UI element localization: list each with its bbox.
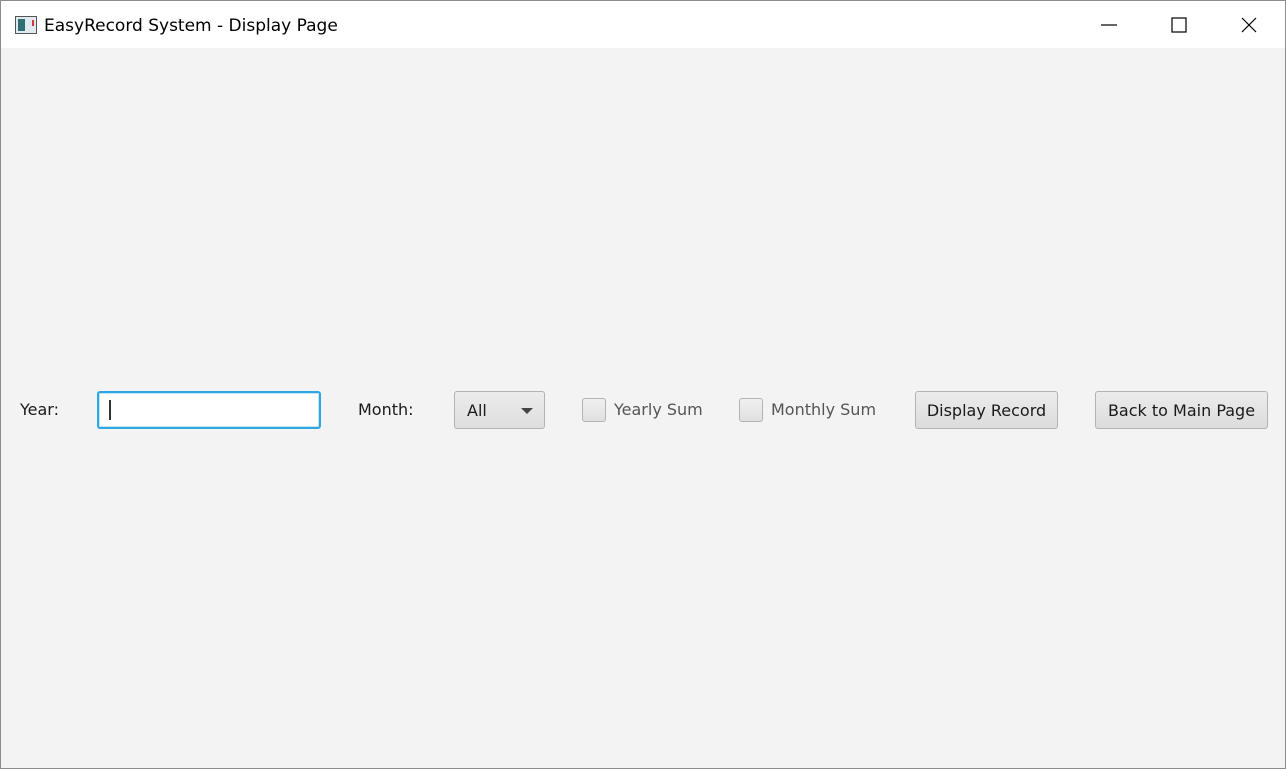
app-icon	[15, 16, 37, 34]
month-label: Month:	[358, 400, 414, 419]
chevron-down-icon	[521, 408, 533, 414]
app-window: EasyRecord System - Display Page Year: M…	[0, 0, 1286, 769]
close-icon	[1241, 17, 1257, 32]
minimize-icon	[1101, 23, 1117, 26]
title-bar[interactable]: EasyRecord System - Display Page	[1, 1, 1285, 48]
yearly-sum-checkbox[interactable]	[582, 398, 606, 422]
maximize-icon	[1171, 16, 1187, 33]
monthly-sum-checkbox[interactable]	[739, 398, 763, 422]
text-caret	[109, 400, 111, 420]
year-label: Year:	[20, 400, 59, 419]
app-icon-bar	[32, 20, 34, 26]
year-input[interactable]	[97, 391, 321, 429]
window-title: EasyRecord System - Display Page	[44, 16, 338, 36]
monthly-sum-label[interactable]: Monthly Sum	[771, 400, 876, 420]
back-to-main-page-button[interactable]: Back to Main Page	[1095, 391, 1268, 429]
month-dropdown-value: All	[467, 401, 487, 420]
yearly-sum-label[interactable]: Yearly Sum	[614, 400, 703, 420]
maximize-button[interactable]	[1144, 1, 1214, 48]
minimize-button[interactable]	[1074, 1, 1144, 48]
close-button[interactable]	[1214, 1, 1284, 48]
display-record-button[interactable]: Display Record	[915, 391, 1058, 429]
app-icon-pane	[18, 19, 25, 31]
month-dropdown[interactable]: All	[454, 391, 545, 429]
